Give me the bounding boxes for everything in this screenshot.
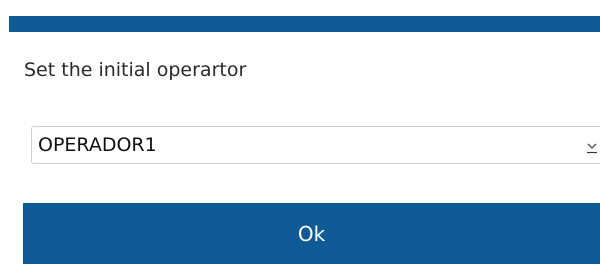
operator-dialog: Set the initial operartor OPERADOR1 Ok xyxy=(0,0,600,265)
chevron-down-icon xyxy=(586,139,598,154)
operator-select[interactable]: OPERADOR1 xyxy=(31,126,600,164)
ok-button[interactable]: Ok xyxy=(23,203,600,264)
dialog-header-bar xyxy=(9,16,600,32)
operator-select-value: OPERADOR1 xyxy=(38,134,157,156)
dialog-prompt: Set the initial operartor xyxy=(24,59,247,81)
